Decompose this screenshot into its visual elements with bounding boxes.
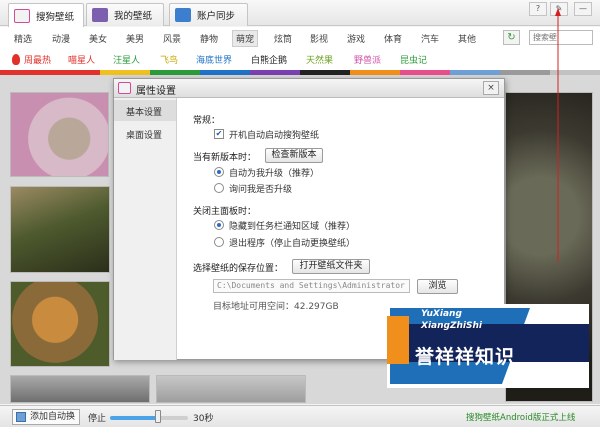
annotation-arrow [555,8,561,262]
